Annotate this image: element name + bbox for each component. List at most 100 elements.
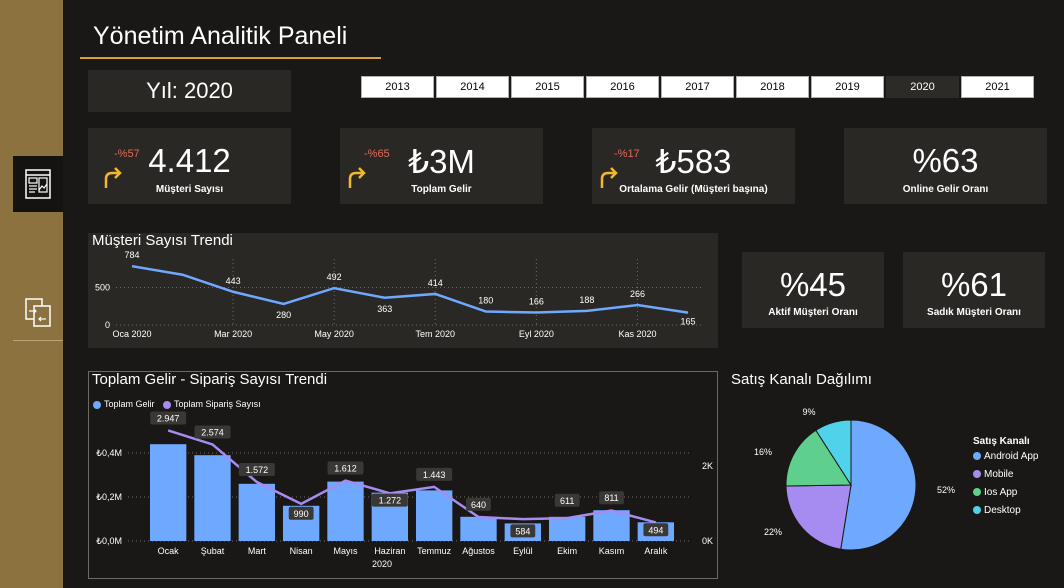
customer-trend-chart: 0 500 784 443 280 492 363 414 180 166 188 266 165 Oca… — [95, 250, 702, 339]
y-left-tick-label: ₺0,0M — [96, 536, 122, 546]
pie-data-label: 16% — [754, 447, 772, 457]
kpi-value: %61 — [940, 266, 1008, 303]
data-label: 280 — [276, 310, 291, 320]
revenue-bar — [548, 516, 586, 541]
x-tick-label: Aralık — [644, 546, 668, 556]
x-tick-label: Eylül — [513, 546, 533, 556]
order-data-label: 1.612 — [334, 464, 357, 474]
data-label: 165 — [680, 317, 695, 327]
revenue-bar — [149, 444, 187, 541]
x-tick-label: Haziran — [374, 546, 405, 556]
x-tick-label: May 2020 — [314, 329, 354, 339]
page-title: Yönetim Analitik Paneli — [93, 22, 348, 50]
year-button-2016[interactable]: 2016 — [586, 76, 659, 98]
pie-legend-item[interactable]: Desktop — [973, 505, 1039, 516]
order-data-label: 990 — [294, 509, 309, 519]
order-data-label: 1.272 — [379, 496, 402, 506]
x-tick-label: Kas 2020 — [618, 329, 656, 339]
year-button-2015[interactable]: 2015 — [511, 76, 584, 98]
year-button-2020[interactable]: 2020 — [886, 76, 959, 98]
legend-dot — [973, 488, 981, 497]
order-data-label: 584 — [515, 526, 530, 536]
x-tick-label: Kasım — [599, 546, 625, 556]
pie-legend-item[interactable]: Android App — [973, 451, 1039, 462]
year-slicer: 2013 2014 2015 2016 2017 2018 2019 2020 2021 — [361, 76, 1036, 98]
year-button-2018[interactable]: 2018 — [736, 76, 809, 98]
kpi-label: Online Gelir Oranı — [902, 184, 989, 195]
data-label: 443 — [226, 276, 241, 286]
x-axis-label: 2020 — [372, 559, 392, 569]
kpi-value: 4.412 — [148, 142, 231, 179]
data-label: 784 — [124, 250, 139, 260]
pie-slice-mobile — [785, 484, 852, 550]
kpi-loyal-customer-ratio: %61 Sadık Müşteri Oranı — [903, 252, 1045, 328]
title-underline — [80, 57, 381, 59]
x-tick-label: Şubat — [201, 546, 225, 556]
revenue-bar — [415, 490, 453, 541]
data-label: 166 — [529, 297, 544, 307]
kpi-label: Ortalama Gelir (Müşteri başına) — [619, 184, 768, 195]
pie-data-label: 9% — [802, 407, 815, 417]
year-button-2019[interactable]: 2019 — [811, 76, 884, 98]
legend-label: Ios App — [984, 487, 1018, 498]
order-data-label: 811 — [604, 493, 618, 503]
order-data-label: 1.443 — [423, 470, 446, 480]
y-tick-label: 500 — [95, 283, 110, 293]
legend-dot — [973, 506, 981, 515]
kpi-value: ₺3M — [408, 143, 475, 180]
revenue-bar — [460, 516, 497, 541]
data-label: 363 — [377, 304, 392, 314]
y-right-tick-label: 0K — [702, 536, 713, 546]
customer-count-line — [131, 264, 689, 314]
y-right-tick-label: 2K — [702, 461, 713, 471]
kpi-total-revenue: -%65 ₺3M Toplam Gelir — [340, 128, 543, 204]
year-button-2021[interactable]: 2021 — [961, 76, 1034, 98]
pie-legend-item[interactable]: Ios App — [973, 487, 1039, 498]
kpi-average-revenue: -%17 ₺583 Ortalama Gelir (Müşteri başına… — [592, 128, 795, 204]
x-tick-label: Nisan — [290, 546, 313, 556]
pie-slice-android-app — [840, 419, 917, 551]
year-button-2014[interactable]: 2014 — [436, 76, 509, 98]
kpi-online-revenue-ratio: %63 Online Gelir Oranı — [844, 128, 1047, 204]
order-data-label: 2.574 — [201, 427, 224, 437]
y-tick-label: 0 — [105, 320, 110, 330]
x-tick-label: Tem 2020 — [416, 329, 456, 339]
revenue-bar — [238, 483, 276, 541]
x-tick-label: Ocak — [158, 546, 180, 556]
legend-label: Mobile — [984, 469, 1014, 480]
x-tick-label: Mayıs — [333, 546, 358, 556]
year-button-2013[interactable]: 2013 — [361, 76, 434, 98]
data-label: 188 — [579, 295, 594, 305]
order-data-label: 640 — [471, 500, 486, 510]
data-label: 266 — [630, 289, 645, 299]
legend-dot — [973, 470, 981, 479]
pie-legend-title: Satış Kanalı — [973, 436, 1030, 447]
x-tick-label: Eyl 2020 — [519, 329, 554, 339]
data-label: 180 — [478, 296, 493, 306]
pie-legend-item[interactable]: Mobile — [973, 469, 1039, 480]
data-label: 414 — [428, 278, 443, 288]
revenue-orders-chart: ₺0,0M ₺0,2M ₺0,4M 0K 2K 2.947 2.574 1.572 990 1.6… — [96, 411, 713, 569]
sidebar-divider — [13, 340, 63, 341]
year-button-2017[interactable]: 2017 — [661, 76, 734, 98]
order-data-label: 494 — [648, 525, 663, 535]
kpi-active-customer-ratio: %45 Aktif Müşteri Oranı — [742, 252, 884, 328]
x-tick-label: Ağustos — [462, 546, 495, 556]
kpi-value: ₺583 — [655, 143, 732, 180]
kpi-label: Toplam Gelir — [411, 184, 472, 195]
x-tick-label: Temmuz — [417, 546, 452, 556]
year-card: Yıl: 2020 — [88, 70, 291, 112]
page-switch-icon[interactable] — [13, 284, 63, 340]
pie-legend: Satış Kanalı Android App Mobile Ios App Des… — [973, 436, 1039, 523]
revenue-bar — [327, 481, 364, 541]
report-page-icon[interactable] — [13, 156, 63, 212]
legend-label: Desktop — [984, 505, 1021, 516]
pie-data-label: 52% — [937, 485, 955, 495]
kpi-label: Sadık Müşteri Oranı — [927, 307, 1021, 318]
legend-dot — [973, 452, 981, 461]
order-data-label: 611 — [560, 496, 574, 506]
order-data-label: 2.947 — [157, 413, 180, 423]
kpi-label: Aktif Müşteri Oranı — [768, 307, 858, 318]
pie-data-label: 22% — [764, 527, 782, 537]
x-tick-label: Oca 2020 — [112, 329, 151, 339]
